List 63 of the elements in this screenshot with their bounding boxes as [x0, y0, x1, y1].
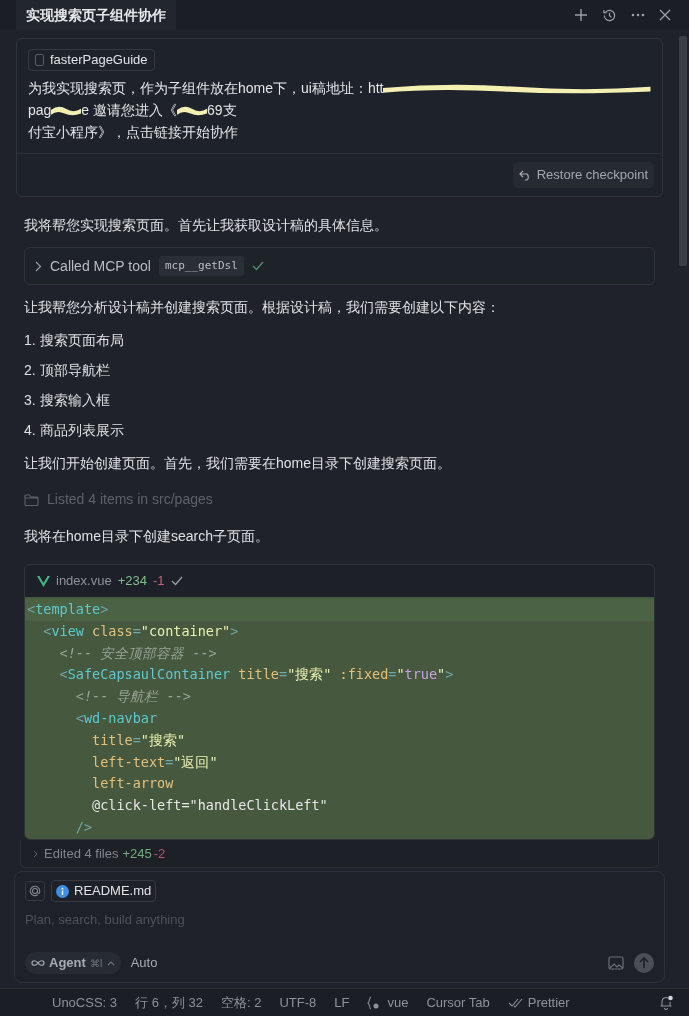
chevron-right-icon [33, 849, 38, 858]
code-line: left-arrow [91, 774, 175, 794]
message-text: e 邀请您进入《 [81, 101, 178, 120]
vue-icon [37, 575, 50, 587]
list-item: 2. 顶部导航栏 [24, 361, 111, 380]
file-icon [35, 54, 44, 66]
status-item[interactable]: 行 6，列 32 [135, 992, 203, 1013]
context-chip[interactable]: fasterPageGuide [28, 49, 155, 71]
at-icon[interactable] [25, 881, 45, 901]
code-line: /> [74, 817, 94, 837]
message-text: 让我们开始创建页面。首先，我们需要在home目录下创建搜索页面。 [24, 454, 453, 473]
edited-files-summary[interactable]: Edited 4 files +245-2 [20, 840, 659, 868]
image-icon[interactable] [608, 956, 624, 970]
code-line: left-text="返回" [91, 752, 219, 772]
list-item: 1. 搜索页面布局 [24, 331, 125, 350]
more-icon[interactable] [631, 13, 645, 17]
status-item[interactable]: vue [387, 992, 409, 1013]
message-text: 我将帮您实现搜索页面。首先让我获取设计稿的具体信息。 [24, 216, 389, 235]
model-selector[interactable]: Auto [130, 953, 158, 973]
code-line: <wd-navbar [74, 709, 159, 728]
attachment-chip[interactable]: README.md [51, 880, 157, 902]
history-icon[interactable] [602, 7, 617, 23]
folder-icon [24, 493, 39, 506]
status-item[interactable]: Prettier [527, 992, 570, 1013]
message-text: pag [28, 101, 52, 120]
add-icon[interactable] [574, 8, 588, 22]
info-icon [56, 884, 69, 898]
added-count: +234 [117, 572, 147, 591]
message-text: 我将在home目录下创建search子页面。 [24, 527, 271, 546]
code-line: <view class="container"> [42, 621, 240, 641]
status-item[interactable]: LF [334, 992, 350, 1013]
status-item[interactable]: 空格: 2 [220, 992, 262, 1013]
chat-title: 实现搜索页子组件协作 [16, 0, 176, 30]
list-item: 4. 商品列表展示 [24, 421, 125, 440]
tool-call-label: Called MCP tool [50, 256, 151, 276]
list-item: 3. 搜索输入框 [24, 391, 111, 410]
status-item[interactable]: UTF-8 [279, 992, 317, 1013]
code-line: <SafeCapsaulContainer title="搜索" :fixed="true"> [58, 665, 455, 685]
caret-icon [106, 960, 115, 966]
double-check-icon [507, 997, 524, 1008]
close-icon[interactable] [659, 9, 671, 21]
code-line: title="搜索" [91, 730, 187, 750]
file-name[interactable]: index.vue [56, 571, 112, 591]
code-line: <!-- 安全顶部容器 --> [58, 643, 218, 663]
message-text: 付宝小程序》，点击链接开始协作 [28, 123, 238, 142]
tool-call-row[interactable]: Called MCP tool mcp__getDsl [24, 247, 655, 285]
infinity-icon [31, 959, 45, 967]
removed-count: -1 [152, 572, 165, 591]
message-text: 为我实现搜索页，作为子组件放在home下，ui稿地址：htt [28, 79, 384, 98]
message-text: 让我帮您分析设计稿并创建搜索页面。根据设计稿，我们需要创建以下内容： [24, 298, 501, 317]
listing-text: Listed 4 items in src/pages [47, 490, 213, 509]
code-line: <!-- 导航栏 --> [74, 687, 192, 707]
message-text: 69支 [207, 101, 237, 120]
restore-checkpoint-button[interactable]: Restore checkpoint [512, 162, 654, 188]
undo-arrow-icon [518, 169, 532, 181]
notification-bell-icon[interactable] [659, 995, 673, 1010]
scrollbar[interactable] [679, 36, 687, 266]
chevron-right-icon [35, 260, 42, 272]
agent-mode-button[interactable]: Agent ⌘I [25, 952, 121, 974]
status-item[interactable]: UnoCSS: 3 [52, 992, 118, 1013]
status-item[interactable]: Cursor Tab [426, 992, 490, 1013]
code-line: @click-left="handleClickLeft" [91, 796, 329, 816]
tool-name: mcp__getDsl [158, 256, 244, 276]
